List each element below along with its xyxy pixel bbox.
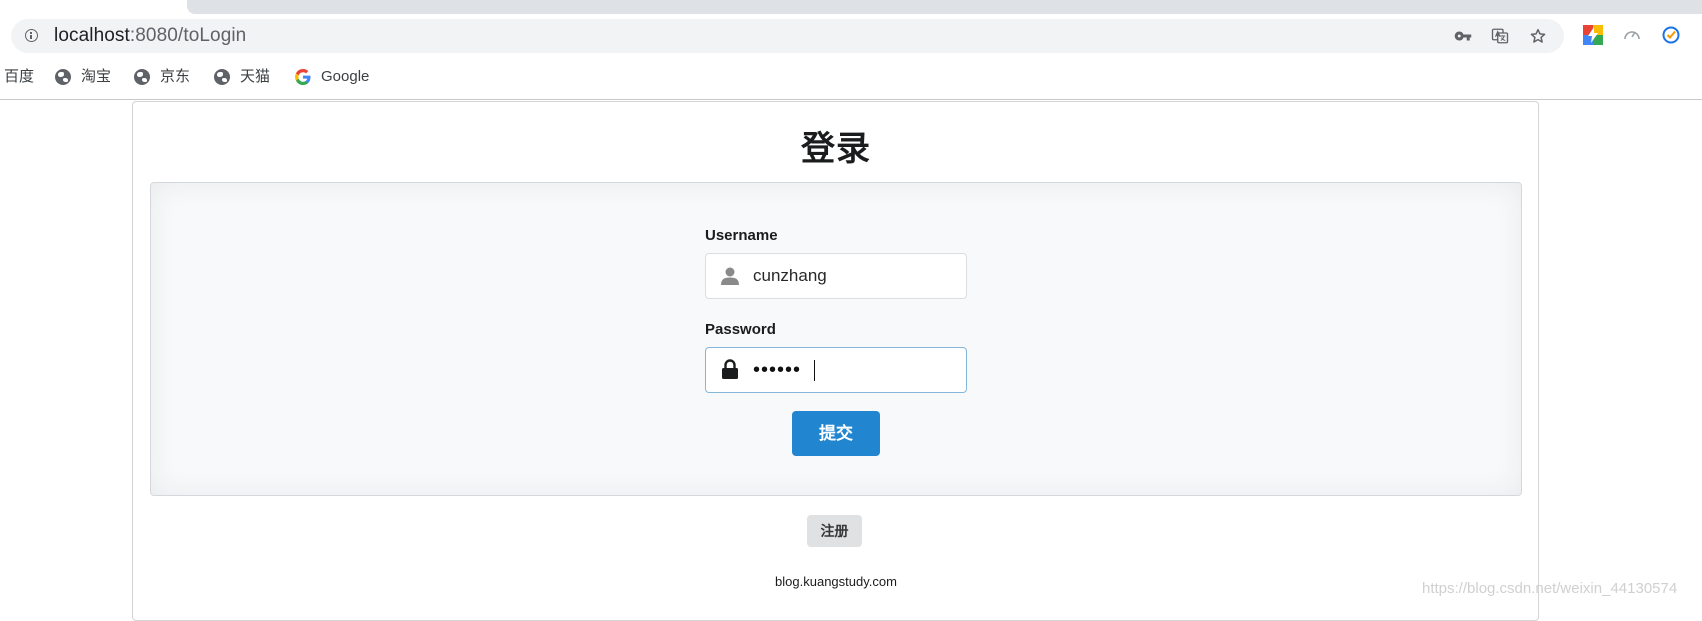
speed-gauge-icon[interactable] — [1622, 25, 1642, 45]
password-field[interactable]: •••••• — [705, 347, 967, 393]
extension-colorful-icon[interactable] — [1583, 25, 1603, 45]
globe-icon — [214, 69, 230, 85]
inactive-tab-area[interactable] — [187, 0, 1702, 14]
bookmark-label: 天猫 — [240, 68, 271, 85]
bookmark-jd[interactable]: 京东 — [134, 60, 190, 94]
bookmark-label: 百度 — [4, 68, 35, 85]
url-text[interactable]: localhost:8080/toLogin — [54, 19, 246, 53]
address-bar[interactable]: localhost:8080/toLogin — [11, 19, 1564, 53]
submit-button[interactable]: 提交 — [792, 411, 880, 456]
username-field[interactable]: cunzhang — [705, 253, 967, 299]
password-label: Password — [705, 321, 776, 338]
key-icon[interactable] — [1454, 27, 1472, 45]
user-icon — [721, 267, 739, 285]
text-caret — [814, 360, 815, 381]
bookmark-tmall[interactable]: 天猫 — [214, 60, 270, 94]
bookmark-baidu[interactable]: 百度 — [4, 60, 34, 94]
bookmark-google[interactable]: Google — [295, 60, 369, 94]
extension-check-icon[interactable] — [1661, 25, 1681, 45]
chrome-divider — [0, 99, 1702, 100]
watermark: https://blog.csdn.net/weixin_44130574 — [1422, 580, 1678, 597]
password-value: •••••• — [753, 359, 802, 381]
bookmark-taobao[interactable]: 淘宝 — [55, 60, 111, 94]
bookmark-label: 京东 — [160, 68, 191, 85]
globe-icon — [134, 69, 150, 85]
lock-icon — [722, 359, 738, 379]
google-g-icon — [295, 69, 311, 85]
bookmark-star-icon[interactable] — [1529, 27, 1547, 45]
url-host: localhost — [54, 25, 130, 46]
bookmark-label: 淘宝 — [81, 68, 112, 85]
username-label: Username — [705, 227, 778, 244]
register-button[interactable]: 注册 — [807, 515, 862, 547]
globe-icon — [55, 69, 71, 85]
bookmark-label: Google — [321, 68, 370, 85]
site-info-icon[interactable] — [25, 29, 38, 42]
url-path: :8080/toLogin — [129, 25, 247, 46]
tab-strip — [0, 0, 1702, 14]
translate-icon[interactable] — [1491, 27, 1509, 45]
page-title: 登录 — [801, 130, 871, 168]
username-value: cunzhang — [753, 266, 827, 285]
bookmarks-bar: 百度 淘宝 京东 天猫 Google — [0, 60, 1702, 94]
